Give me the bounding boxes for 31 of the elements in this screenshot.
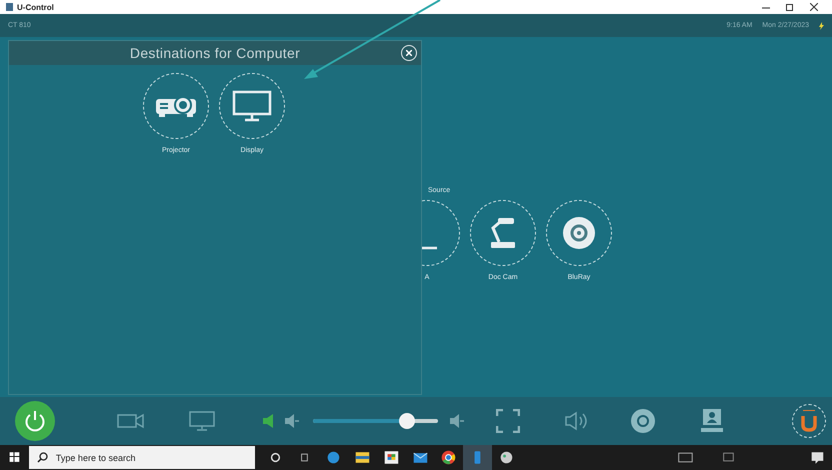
source-button[interactable] xyxy=(470,200,536,266)
volume-up-icon[interactable] xyxy=(450,414,464,428)
restore-icon[interactable] xyxy=(786,3,794,11)
power-icon xyxy=(23,409,47,433)
fullscreen-icon[interactable] xyxy=(496,409,520,433)
close-icon xyxy=(406,50,412,56)
monitor-icon xyxy=(232,90,272,122)
presenter-icon[interactable] xyxy=(700,408,724,434)
disc-icon xyxy=(562,216,596,250)
taskbar-search-field[interactable]: Type here to search xyxy=(28,446,255,469)
logo-button[interactable] xyxy=(792,404,826,438)
slider-thumb[interactable] xyxy=(398,413,415,429)
destination-button[interactable] xyxy=(219,73,285,139)
monitor-icon[interactable] xyxy=(189,411,215,431)
volume-down-icon[interactable] xyxy=(285,414,299,428)
power-button[interactable] xyxy=(15,401,55,441)
volume-slider[interactable] xyxy=(313,413,438,429)
dialog-title: Destinations for Computer xyxy=(130,45,300,61)
source-button[interactable] xyxy=(546,200,612,266)
search-icon xyxy=(36,452,48,463)
speaker-mute-icon[interactable] xyxy=(263,414,275,428)
lightning-icon xyxy=(819,22,824,30)
window-title: U-Control xyxy=(17,2,54,12)
u-logo-icon xyxy=(801,410,817,432)
close-button[interactable] xyxy=(401,45,417,61)
disc-icon[interactable] xyxy=(630,408,656,434)
app-icon xyxy=(6,3,13,11)
video-camera-icon[interactable] xyxy=(117,413,145,429)
destination-button[interactable] xyxy=(143,73,209,139)
close-icon[interactable] xyxy=(810,3,818,11)
document-camera-icon xyxy=(488,216,518,250)
